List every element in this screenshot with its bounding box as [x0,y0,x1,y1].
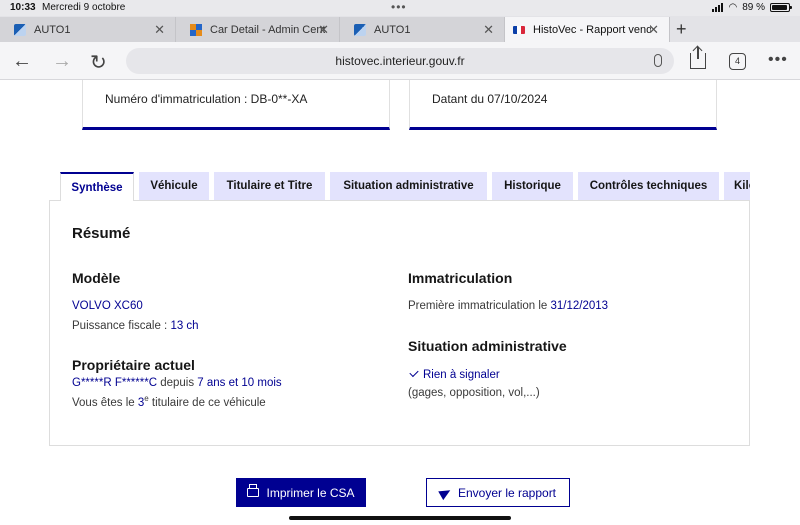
cellular-signal-icon [712,3,724,12]
owner-since-label: depuis [157,377,198,389]
tab-synthese[interactable]: Synthèse [60,172,134,201]
admin-center-favicon-icon [190,23,202,36]
send-report-button[interactable]: Envoyer le rapport [426,478,570,507]
plate-number-text: Numéro d'immatriculation : DB-0**-XA [105,92,308,106]
browser-tab-label: AUTO1 [374,23,411,36]
first-registration-label: Première immatriculation le [408,300,551,312]
tab-historique[interactable]: Historique [492,172,573,200]
print-csa-button[interactable]: Imprimer le CSA [236,478,366,507]
tab-controles-techniques[interactable]: Contrôles techniques [578,172,719,200]
close-tab-icon[interactable]: ✕ [648,22,659,38]
plate-card: Numéro d'immatriculation : DB-0**-XA [82,80,390,130]
situation-heading: Situation administrative [408,338,567,354]
auto1-favicon-icon [14,23,26,36]
multitasking-dots-icon[interactable]: ••• [391,0,407,14]
status-indicators: ◠ 89 % [712,2,792,13]
checkmark-icon [409,367,419,378]
close-tab-icon[interactable]: ✕ [154,22,165,38]
french-flag-icon [513,25,525,34]
url-text: histovec.interieur.gouv.fr [335,54,465,68]
situation-detail: (gages, opposition, vol,...) [408,387,540,399]
owner-rank-prefix: Vous êtes le [72,396,138,409]
more-options-icon[interactable]: ••• [768,51,788,69]
model-name: VOLVO XC60 [72,300,143,312]
browser-tab-label: HistoVec - Rapport vendi [533,23,651,36]
reload-icon[interactable]: ↻ [90,50,107,75]
owner-since-value: 7 ans et 10 mois [197,377,282,389]
report-date-card: Datant du 07/10/2024 [409,80,717,130]
wifi-icon: ◠ [728,2,738,13]
situation-status: Rien à signaler [409,367,500,381]
tab-kilometrage[interactable]: Kilo [724,172,750,200]
browser-tab-label: Car Detail - Admin Cente [210,23,325,36]
close-tab-icon[interactable]: ✕ [318,22,329,38]
browser-tab-histovec[interactable]: HistoVec - Rapport vendi ✕ [505,17,670,42]
close-tab-icon[interactable]: ✕ [483,22,494,38]
report-date-text: Datant du 07/10/2024 [432,92,548,106]
browser-tab-bar: AUTO1 ✕ Car Detail - Admin Cente ✕ AUTO1… [0,16,800,42]
owner-line: G*****R F******C depuis 7 ans et 10 mois [72,377,282,389]
status-date: Mercredi 9 octobre [42,2,126,13]
immatriculation-heading: Immatriculation [408,270,513,286]
send-paper-plane-icon [438,485,453,500]
fiscal-power-label: Puissance fiscale : [72,320,171,332]
tab-vehicule[interactable]: Véhicule [139,172,209,200]
url-field[interactable]: histovec.interieur.gouv.fr [126,48,674,74]
first-registration: Première immatriculation le 31/12/2013 [408,300,608,312]
fiscal-power-value: 13 ch [170,320,199,332]
tab-situation-administrative[interactable]: Situation administrative [330,172,487,200]
proprietaire-heading: Propriétaire actuel [72,357,195,373]
microphone-icon[interactable] [654,54,662,67]
browser-tab-auto1-2[interactable]: AUTO1 ✕ [340,17,505,42]
status-time: 10:33 [10,2,36,13]
browser-tab-admin-center[interactable]: Car Detail - Admin Cente ✕ [176,17,340,42]
owner-rank-suffix: titulaire de ce véhicule [148,396,266,409]
owner-rank: Vous êtes le 3e titulaire de ce véhicule [72,394,266,409]
resume-heading: Résumé [72,225,131,242]
battery-icon [770,3,792,12]
share-icon[interactable] [690,47,706,69]
tab-titulaire-titre[interactable]: Titulaire et Titre [214,172,325,200]
back-arrow-icon[interactable]: ← [12,50,32,73]
address-toolbar: ← → ↻ histovec.interieur.gouv.fr 4 ••• [0,42,800,80]
owner-name: G*****R F******C [72,377,158,389]
forward-arrow-icon[interactable]: → [52,50,72,73]
new-tab-plus-icon[interactable]: + [676,19,687,40]
home-indicator[interactable] [289,516,511,520]
battery-percent: 89 % [742,2,765,13]
print-csa-label: Imprimer le CSA [266,485,355,500]
printer-icon [247,484,260,497]
modele-heading: Modèle [72,270,121,286]
auto1-favicon-icon [354,23,366,36]
first-registration-date: 31/12/2013 [550,300,609,312]
browser-tab-label: AUTO1 [34,23,71,36]
fiscal-power: Puissance fiscale : 13 ch [72,320,199,332]
send-report-label: Envoyer le rapport [457,485,557,500]
tab-count-icon[interactable]: 4 [729,53,746,70]
situation-status-text: Rien à signaler [423,369,500,381]
browser-tab-auto1-1[interactable]: AUTO1 ✕ [0,17,176,42]
status-bar: 10:33 Mercredi 9 octobre ••• ◠ 89 % [0,0,800,16]
